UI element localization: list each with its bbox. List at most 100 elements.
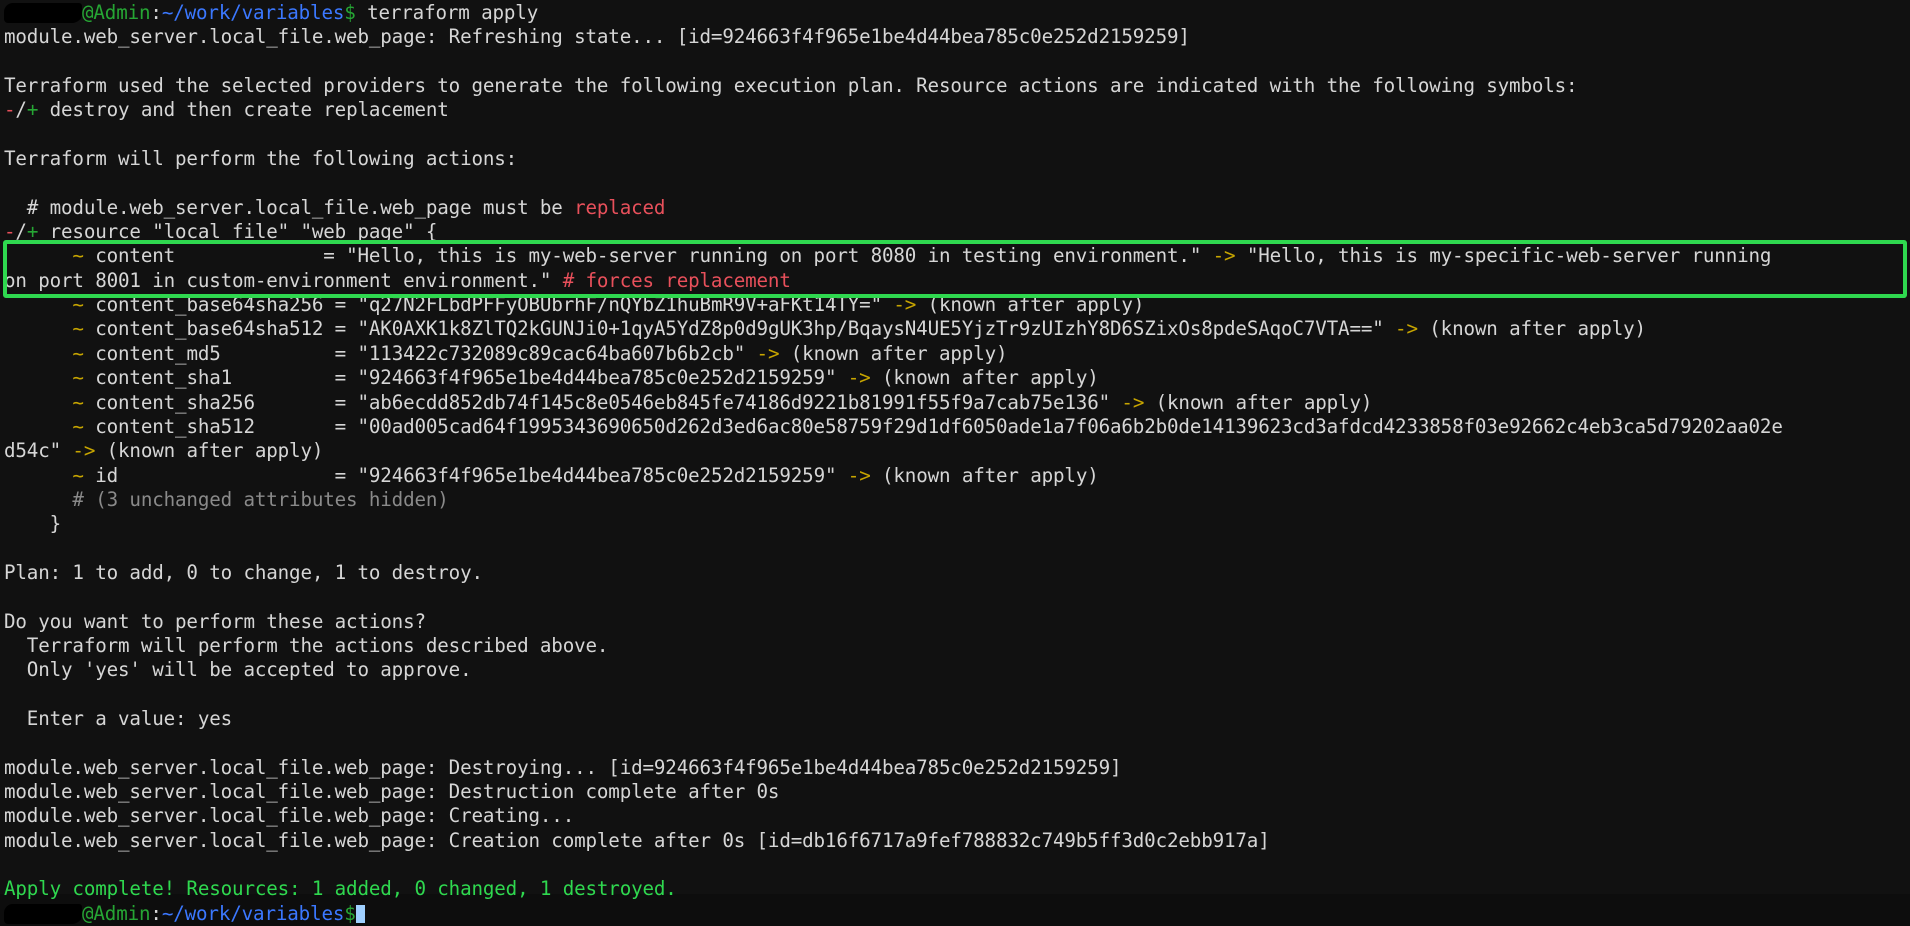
attr-content-sha1-line: ~ content_sha1 = "924663f4f965e1be4d44be… [0,366,1910,390]
attr-new-value-continued: on port 8001 in custom-environment envir… [4,268,563,292]
attr-old-value: "AK0AXK1k8ZlTQ2kGUNJi0+1qyA5YdZ8p0d9gUK3… [357,317,1384,341]
prompt-separator: : [150,1,162,24]
attr-new-value: (known after apply) [927,293,1145,317]
symbol-legend-line: -/+ destroy and then create replacement [0,98,1910,122]
arrow-icon: -> [1383,317,1430,341]
confirm-detail-perform: Terraform will perform the actions descr… [4,633,609,657]
attr-name: content_base64sha256 = [83,293,358,317]
attr-new-value: (known after apply) [1429,317,1646,341]
redacted-username-block [4,3,82,23]
attr-name: content_md5 [83,341,221,365]
tilde-change-icon: ~ [72,244,84,268]
arrow-icon: -> [836,463,882,487]
will-perform-text: Terraform will perform the following act… [4,147,518,171]
tilde-change-icon: ~ [72,293,84,317]
terminal-window[interactable]: @Admin:~/work/variables$ terraform apply… [0,0,1910,925]
attr-name: id [83,463,119,487]
attr-equals: = [118,463,358,487]
arrow-icon: -> [61,439,107,463]
shell-prompt-line: @Admin:~/work/variables$ terraform apply [0,1,1910,25]
attr-old-value: "ab6ecdd852db74f145c8e0546eb845fe74186d9… [357,390,1111,414]
arrow-icon: -> [836,366,882,390]
attr-old-value: "113422c732089c89cac64ba607b6b2cb" [357,341,746,365]
terminal-output: @Admin:~/work/variables$ terraform apply… [0,0,1910,926]
attr-name-content: content [83,244,176,268]
attr-new-value: "Hello, this is my-specific-web-server r… [1246,244,1772,268]
symbol-slash: / [15,98,27,122]
tilde-change-icon: ~ [72,414,84,438]
attr-id-line: ~ id = "924663f4f965e1be4d44bea785c0e252… [0,464,1910,488]
text-cursor [355,904,365,923]
attr-old-value: "924663f4f965e1be4d44bea785c0e252d215925… [357,366,837,390]
symbol-minus: - [4,220,16,244]
resource-header-line: -/+ resource "local_file" "web_page" { [0,220,1910,244]
symbol-legend-text: destroy and then create replacement [38,98,449,122]
attr-content-base64sha512-line: ~ content_base64sha512 = "AK0AXK1k8ZlTQ2… [0,317,1910,341]
log-creating: module.web_server.local_file.web_page: C… [4,804,575,828]
attr-content-line: ~ content = "Hello, this is my-web-serve… [0,244,1910,268]
replaced-keyword: replaced [574,195,666,219]
log-destruction-complete: module.web_server.local_file.web_page: D… [4,780,780,803]
enter-a-value-input[interactable]: Enter a value: yes [0,707,1910,731]
arrow-icon: -> [881,293,928,317]
attr-old-value: "Hello, this is my-web-server running on… [346,244,1202,268]
prompt-separator-2: : [150,901,162,925]
attr-equals: = [175,244,347,268]
tilde-change-icon: ~ [72,341,84,365]
tilde-change-icon: ~ [72,366,84,390]
arrow-icon: -> [745,341,791,365]
resource-declaration: resource "local_file" "web_page" { [38,220,438,244]
prompt-dollar-2: $ [344,901,356,925]
attr-new-value: (known after apply) [1155,390,1373,414]
attr-name: content_sha1 [83,366,233,390]
attr-content-sha512-wrap-line: d54c" -> (known after apply) [0,439,1910,463]
plan-summary-line: Plan: 1 to add, 0 to change, 1 to destro… [4,560,483,584]
resource-closing-brace: } [4,512,62,536]
prompt-path: ~/work/variables [161,1,345,24]
attr-content-sha256-line: ~ content_sha256 = "ab6ecdd852db74f145c8… [0,391,1910,415]
attr-equals: = [254,414,358,438]
tilde-change-icon: ~ [72,463,84,487]
prompt-path-2: ~/work/variables [161,901,345,925]
tilde-change-icon: ~ [72,317,84,341]
attr-equals: = [232,366,358,390]
attr-old-value: "q27N2FLbdPFFyOBUbrhF/nQYbZ1huBmR9V+aFKt… [357,293,882,317]
confirm-detail-only-yes: Only 'yes' will be accepted to approve. [4,658,472,682]
attr-new-value: (known after apply) [790,341,1008,365]
attr-content-md5-line: ~ content_md5 = "113422c732089c89cac64ba… [0,342,1910,366]
attr-content-base64sha256-line: ~ content_base64sha256 = "q27N2FLbdPFFyO… [0,293,1910,317]
redacted-username-block-2 [4,903,82,924]
attr-old-value: "924663f4f965e1be4d44bea785c0e252d215925… [357,463,837,487]
attr-name: content_sha512 [83,414,255,438]
resource-comment-line: # module.web_server.local_file.web_page … [0,196,1910,220]
attr-new-value: (known after apply) [881,366,1099,390]
apply-complete-summary: Apply complete! Resources: 1 added, 0 ch… [4,877,677,901]
attr-content-wrap-line: on port 8001 in custom-environment envir… [0,269,1910,293]
log-creation-complete: module.web_server.local_file.web_page: C… [4,828,1270,852]
next-prompt-line: @Admin:~/work/variables$ [0,902,1910,926]
forces-replacement-note: # forces replacement [562,268,791,292]
tilde-change-icon: ~ [72,390,84,414]
unchanged-attributes-note: # (3 unchanged attributes hidden) [4,487,449,511]
attr-name: content_sha256 [83,390,255,414]
arrow-icon: -> [1201,244,1247,268]
attr-new-value: (known after apply) [882,463,1099,487]
attr-equals: = [254,390,358,414]
attr-old-value-continued: d54c" [4,439,62,463]
prompt-user-host: @Admin [82,1,151,24]
attr-name: content_base64sha512 = [83,317,358,341]
